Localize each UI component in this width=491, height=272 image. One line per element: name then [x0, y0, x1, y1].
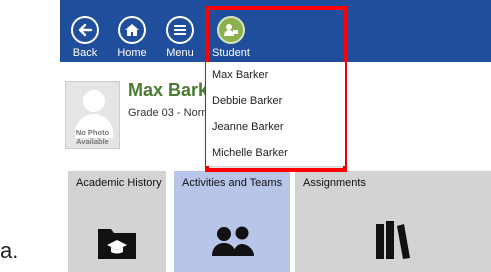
activities-teams-tile[interactable]: Activities and Teams: [174, 171, 290, 272]
list-marker: a.: [0, 238, 19, 263]
app-window: Back Home Menu Student No Photo Availabl…: [60, 0, 491, 272]
student-option-jeanne[interactable]: Jeanne Barker: [206, 114, 345, 140]
home-label: Home: [117, 47, 147, 59]
tile-row: Academic History Activities and Teams As…: [60, 171, 491, 272]
back-button[interactable]: Back: [64, 16, 106, 59]
student-option-debbie[interactable]: Debbie Barker: [206, 88, 345, 114]
people-icon: [212, 225, 254, 262]
student-option-max[interactable]: Max Barker: [206, 62, 345, 88]
assignments-label: Assignments: [303, 177, 366, 189]
home-button[interactable]: Home: [111, 16, 153, 59]
back-label: Back: [72, 47, 98, 59]
avatar: No Photo Available: [65, 81, 120, 149]
student-grade: Grade 03 - Norm: [128, 107, 211, 119]
back-arrow-icon: [71, 16, 99, 44]
student-dropdown-menu: Max Barker Debbie Barker Jeanne Barker M…: [206, 62, 345, 166]
activities-teams-label: Activities and Teams: [182, 177, 283, 189]
menu-icon: [166, 16, 194, 44]
menu-label: Menu: [166, 47, 194, 59]
academic-history-label: Academic History: [76, 177, 162, 189]
student-option-michelle[interactable]: Michelle Barker: [206, 140, 345, 166]
menu-button[interactable]: Menu: [159, 16, 201, 59]
folder-graduation-icon: [98, 225, 136, 264]
academic-history-tile[interactable]: Academic History: [68, 171, 166, 272]
no-photo-label: No Photo Available: [75, 128, 110, 146]
assignments-tile[interactable]: Assignments: [295, 171, 491, 272]
books-icon: [376, 221, 410, 264]
home-icon: [118, 16, 146, 44]
